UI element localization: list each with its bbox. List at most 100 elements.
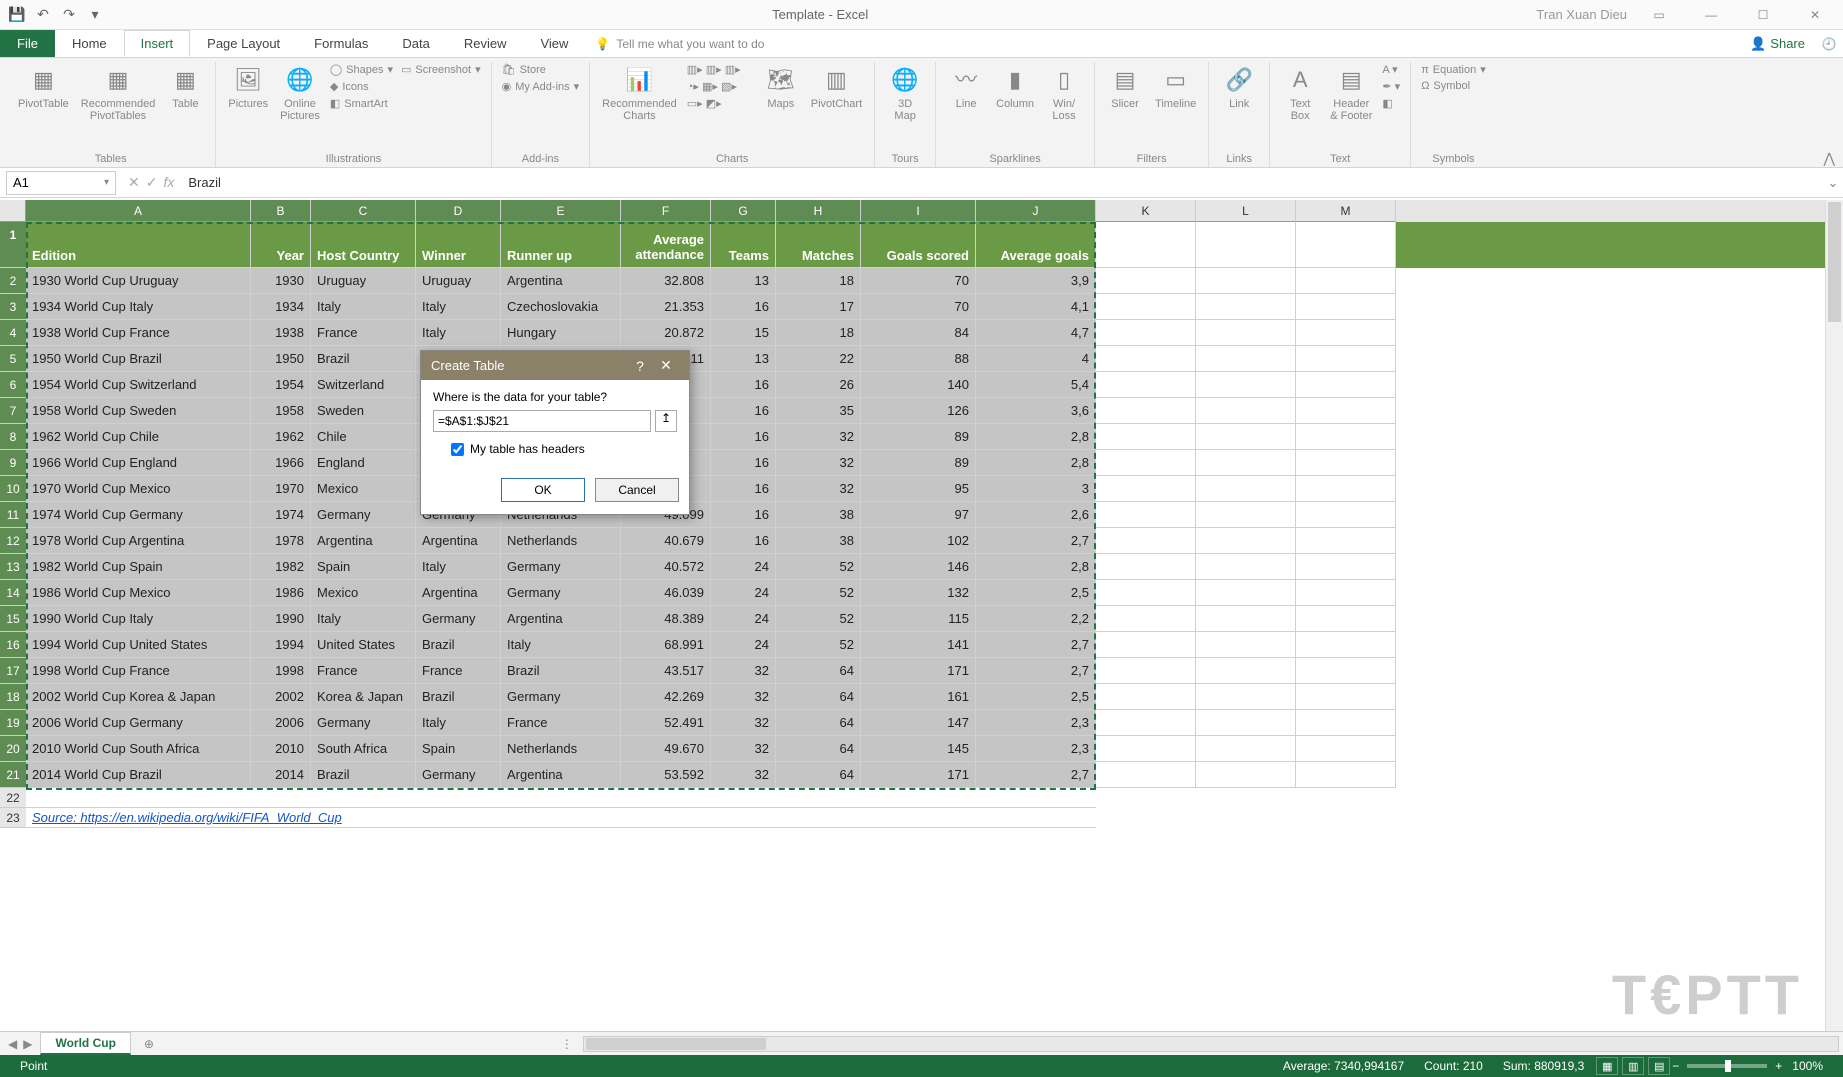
data-cell[interactable]: 16 xyxy=(711,424,776,450)
data-cell[interactable]: 1982 World Cup Spain xyxy=(26,554,251,580)
empty-cell[interactable] xyxy=(1296,320,1396,346)
ok-button[interactable]: OK xyxy=(501,478,585,502)
empty-cell[interactable] xyxy=(1096,346,1196,372)
data-cell[interactable]: United States xyxy=(311,632,416,658)
data-cell[interactable]: 2002 xyxy=(251,684,311,710)
empty-cell[interactable] xyxy=(1296,372,1396,398)
data-cell[interactable]: 46.039 xyxy=(621,580,711,606)
data-cell[interactable]: 97 xyxy=(861,502,976,528)
data-cell[interactable]: 2,7 xyxy=(976,632,1096,658)
data-cell[interactable]: 52 xyxy=(776,606,861,632)
row-header[interactable]: 23 xyxy=(0,808,26,828)
data-cell[interactable]: Germany xyxy=(311,502,416,528)
data-cell[interactable]: 17 xyxy=(776,294,861,320)
tab-data[interactable]: Data xyxy=(385,30,446,57)
data-cell[interactable]: Italy xyxy=(416,710,501,736)
online-pictures-button[interactable]: 🌐Online Pictures xyxy=(276,62,324,124)
data-cell[interactable]: Argentina xyxy=(501,606,621,632)
data-cell[interactable]: 21.353 xyxy=(621,294,711,320)
data-cell[interactable]: 24 xyxy=(711,554,776,580)
name-box[interactable]: A1 ▾ xyxy=(6,171,116,195)
empty-cell[interactable] xyxy=(1196,606,1296,632)
empty-cell[interactable] xyxy=(1296,684,1396,710)
empty-cell[interactable] xyxy=(1096,528,1196,554)
row-header[interactable]: 5 xyxy=(0,346,26,372)
data-cell[interactable]: Germany xyxy=(501,554,621,580)
data-cell[interactable]: Italy xyxy=(311,294,416,320)
equation-button[interactable]: πEquation ▾ xyxy=(1419,62,1488,77)
pivottable-button[interactable]: ▦PivotTable xyxy=(14,62,73,112)
col-H[interactable]: H xyxy=(776,200,861,222)
namebox-dropdown-icon[interactable]: ▾ xyxy=(104,177,109,188)
data-cell[interactable]: 16 xyxy=(711,476,776,502)
empty-cell[interactable] xyxy=(1296,554,1396,580)
data-cell[interactable]: 1930 World Cup Uruguay xyxy=(26,268,251,294)
data-cell[interactable]: 42.269 xyxy=(621,684,711,710)
data-cell[interactable]: Germany xyxy=(416,762,501,788)
data-cell[interactable]: 1998 xyxy=(251,658,311,684)
data-cell[interactable]: 24 xyxy=(711,632,776,658)
row-header[interactable]: 1 xyxy=(0,222,26,268)
data-cell[interactable]: 68.991 xyxy=(621,632,711,658)
user-name[interactable]: Tran Xuan Dieu xyxy=(1536,7,1627,22)
empty-cell[interactable] xyxy=(1296,710,1396,736)
undo-icon[interactable]: ↶ xyxy=(34,6,52,24)
data-cell[interactable]: 2,8 xyxy=(976,424,1096,450)
data-cell[interactable]: Uruguay xyxy=(416,268,501,294)
empty-cell[interactable] xyxy=(1096,736,1196,762)
empty-cell[interactable] xyxy=(1196,502,1296,528)
data-cell[interactable]: 161 xyxy=(861,684,976,710)
col-K[interactable]: K xyxy=(1096,200,1196,222)
data-cell[interactable]: 52 xyxy=(776,580,861,606)
empty-cell[interactable] xyxy=(1096,424,1196,450)
data-cell[interactable]: 132 xyxy=(861,580,976,606)
data-cell[interactable]: 141 xyxy=(861,632,976,658)
tab-review[interactable]: Review xyxy=(447,30,524,57)
data-cell[interactable]: Argentina xyxy=(416,580,501,606)
empty-cell[interactable] xyxy=(1096,606,1196,632)
data-cell[interactable]: 22 xyxy=(776,346,861,372)
empty-cell[interactable] xyxy=(1096,684,1196,710)
data-cell[interactable]: Italy xyxy=(416,554,501,580)
data-cell[interactable]: 1994 xyxy=(251,632,311,658)
empty-cell[interactable] xyxy=(1196,450,1296,476)
empty-cell[interactable] xyxy=(1196,294,1296,320)
data-cell[interactable]: Spain xyxy=(416,736,501,762)
data-cell[interactable]: 2,7 xyxy=(976,658,1096,684)
fx-icon[interactable]: fx xyxy=(163,174,174,191)
col-B[interactable]: B xyxy=(251,200,311,222)
data-cell[interactable]: Argentina xyxy=(501,762,621,788)
data-cell[interactable]: England xyxy=(311,450,416,476)
zoom-out-icon[interactable]: − xyxy=(1672,1059,1679,1073)
textbox-button[interactable]: AText Box xyxy=(1278,62,1322,124)
row-header[interactable]: 3 xyxy=(0,294,26,320)
view-pagebreak-icon[interactable]: ▤ xyxy=(1648,1057,1670,1075)
empty-cell[interactable] xyxy=(1296,736,1396,762)
col-F[interactable]: F xyxy=(621,200,711,222)
empty-cell[interactable] xyxy=(1196,658,1296,684)
collapse-ribbon-icon[interactable]: ⋀ xyxy=(1824,150,1835,167)
empty-cell[interactable] xyxy=(1196,372,1296,398)
data-cell[interactable]: 4 xyxy=(976,346,1096,372)
empty-cell[interactable] xyxy=(1296,346,1396,372)
data-cell[interactable]: 18 xyxy=(776,268,861,294)
data-cell[interactable]: Spain xyxy=(311,554,416,580)
vertical-scrollbar[interactable] xyxy=(1825,200,1843,1031)
data-cell[interactable]: 32 xyxy=(776,450,861,476)
empty-cell[interactable] xyxy=(1196,398,1296,424)
data-cell[interactable]: 32 xyxy=(776,424,861,450)
header-cell[interactable]: Runner up xyxy=(501,222,621,268)
data-cell[interactable]: 146 xyxy=(861,554,976,580)
empty-cell[interactable] xyxy=(1096,222,1196,268)
data-cell[interactable]: 16 xyxy=(711,528,776,554)
data-cell[interactable]: 4,1 xyxy=(976,294,1096,320)
empty-cell[interactable] xyxy=(1296,762,1396,788)
data-cell[interactable]: 38 xyxy=(776,528,861,554)
data-cell[interactable]: 1974 xyxy=(251,502,311,528)
data-cell[interactable]: 2,6 xyxy=(976,502,1096,528)
empty-cell[interactable] xyxy=(1096,320,1196,346)
data-cell[interactable]: Hungary xyxy=(501,320,621,346)
data-cell[interactable]: 89 xyxy=(861,450,976,476)
data-cell[interactable]: France xyxy=(416,658,501,684)
data-cell[interactable]: 2,3 xyxy=(976,736,1096,762)
